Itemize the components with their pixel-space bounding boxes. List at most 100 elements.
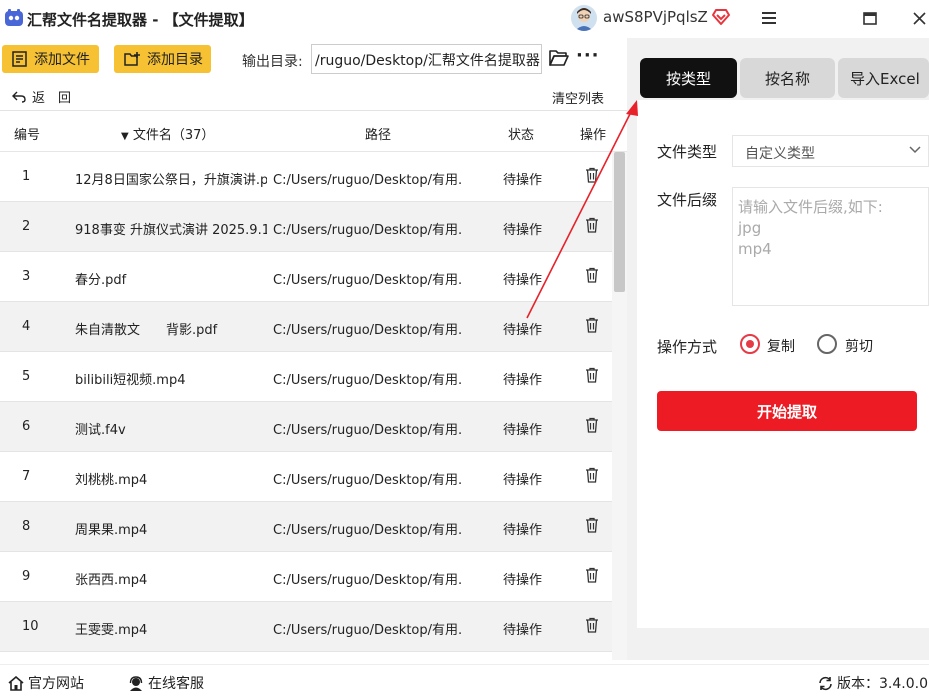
online-service-label: 在线客服 [148,676,204,692]
row-filename: 测试.f4v [75,423,126,438]
row-status: 待操作 [503,173,543,188]
chevron-down-icon [909,146,921,154]
tab-import-excel[interactable]: 导入Excel [838,58,929,98]
column-status[interactable]: 状态 [508,124,534,143]
row-filename: 刘桃桃.mp4 [75,473,148,488]
row-number: 5 [22,369,31,384]
table-row[interactable]: 8 周果果.mp4 C:/Users/ruguo/Desktop/有用... 待操作 [0,502,612,552]
row-filename: 王雯雯.mp4 [75,623,148,638]
close-icon [912,11,926,25]
start-extract-button[interactable]: 开始提取 [657,391,917,431]
row-status: 待操作 [503,273,543,288]
copy-radio[interactable] [740,334,760,354]
row-number: 8 [22,519,31,534]
table-row[interactable]: 4 朱自清散文 背影.pdf C:/Users/ruguo/Desktop/有用..… [0,302,612,352]
tab-by-type[interactable]: 按类型 [640,58,737,98]
delete-icon[interactable] [585,167,601,185]
refresh-icon[interactable] [818,676,833,691]
column-path[interactable]: 路径 [365,124,391,143]
row-filename: bilibili短视频.mp4 [75,373,186,388]
cut-radio[interactable] [817,334,837,354]
row-path: C:/Users/ruguo/Desktop/有用... [273,573,463,588]
vip-diamond-icon[interactable] [711,8,731,26]
delete-icon[interactable] [585,467,601,485]
table-row[interactable]: 6 测试.f4v C:/Users/ruguo/Desktop/有用... 待操作 [0,402,612,452]
row-path: C:/Users/ruguo/Desktop/有用... [273,373,463,388]
official-website-link[interactable]: 官方网站 [8,673,84,693]
delete-icon[interactable] [585,517,601,535]
app-logo-icon [5,9,23,26]
scrollbar-thumb[interactable] [614,152,625,292]
maximize-button[interactable] [857,6,883,30]
version-info: 版本：3.4.0.0 [818,673,928,693]
row-path: C:/Users/ruguo/Desktop/有用... [273,623,463,638]
avatar-icon [571,5,597,31]
row-status: 待操作 [503,373,543,388]
add-file-label: 添加文件 [34,52,90,68]
back-arrow-icon [12,91,26,103]
avatar[interactable] [571,5,597,31]
add-file-button[interactable]: 添加文件 [2,45,99,73]
maximize-icon [863,11,877,25]
divider [0,110,627,111]
file-type-select[interactable]: 自定义类型 [732,135,929,167]
table-row[interactable]: 9 张西西.mp4 C:/Users/ruguo/Desktop/有用... 待操作 [0,552,612,602]
row-filename: 张西西.mp4 [75,573,148,588]
cut-label[interactable]: 剪切 [845,336,873,356]
row-status: 待操作 [503,523,543,538]
row-path: C:/Users/ruguo/Desktop/有用... [273,223,463,238]
row-number: 9 [22,569,31,584]
row-number: 7 [22,469,31,484]
username[interactable]: awS8PVjPqlsZ [603,8,708,26]
row-number: 4 [22,319,31,334]
delete-icon[interactable] [585,317,601,335]
table-row[interactable]: 5 bilibili短视频.mp4 C:/Users/ruguo/Desktop/有… [0,352,612,402]
delete-icon[interactable] [585,217,601,235]
back-button[interactable]: 返 回 [12,87,71,106]
delete-icon[interactable] [585,417,601,435]
bottom-bar: 官方网站 在线客服 版本：3.4.0.0 [0,664,929,696]
output-dir-field[interactable]: /ruguo/Desktop/汇帮文件名提取器 [311,44,542,74]
column-filename[interactable]: ▼ 文件名（37） [121,124,214,143]
folder-open-icon[interactable] [549,49,569,67]
row-path: C:/Users/ruguo/Desktop/有用... [273,323,463,338]
title-bar: 汇帮文件名提取器 - 【文件提取】 awS8PVjPqlsZ [0,0,929,38]
add-file-icon [12,51,27,67]
sort-down-icon: ▼ [121,131,129,142]
suffix-input[interactable]: 请输入文件后缀,如下: jpg mp4 [732,187,929,306]
file-type-label: 文件类型 [657,143,718,161]
table-row[interactable]: 10 王雯雯.mp4 C:/Users/ruguo/Desktop/有用... 待操作 [0,602,612,652]
operation-label: 操作方式 [657,338,718,356]
close-button[interactable] [906,6,929,30]
table-header: 编号 ▼ 文件名（37） 路径 状态 操作 [0,112,627,152]
row-path: C:/Users/ruguo/Desktop/有用... [273,173,463,188]
row-filename: 春分.pdf [75,273,127,288]
row-status: 待操作 [503,573,543,588]
table-row[interactable]: 2 918事变 升旗仪式演讲 2025.9.1... C:/Users/ruguo/… [0,202,612,252]
column-number[interactable]: 编号 [14,124,40,143]
add-directory-button[interactable]: 添加目录 [114,45,211,73]
tab-by-name[interactable]: 按名称 [740,58,835,98]
more-options-icon[interactable]: ··· [576,47,600,65]
menu-button[interactable] [756,6,782,30]
delete-icon[interactable] [585,617,601,635]
add-directory-label: 添加目录 [147,52,203,68]
back-label: 返 回 [32,91,72,106]
online-service-link[interactable]: 在线客服 [128,673,204,693]
table-row[interactable]: 7 刘桃桃.mp4 C:/Users/ruguo/Desktop/有用... 待操作 [0,452,612,502]
row-status: 待操作 [503,323,543,338]
delete-icon[interactable] [585,567,601,585]
row-status: 待操作 [503,223,543,238]
headset-icon [129,675,143,691]
table-row[interactable]: 3 春分.pdf C:/Users/ruguo/Desktop/有用... 待操作 [0,252,612,302]
table-row[interactable]: 1 12月8日国家公祭日，升旗演讲.pdf C:/Users/ruguo/Deskt… [0,152,612,202]
row-path: C:/Users/ruguo/Desktop/有用... [273,273,463,288]
official-website-label: 官方网站 [28,676,84,692]
row-status: 待操作 [503,423,543,438]
delete-icon[interactable] [585,267,601,285]
clear-list-button[interactable]: 清空列表 [552,88,604,107]
home-icon [8,675,24,691]
delete-icon[interactable] [585,367,601,385]
version-label: 版本：3.4.0.0 [837,676,928,692]
copy-label[interactable]: 复制 [767,336,795,356]
